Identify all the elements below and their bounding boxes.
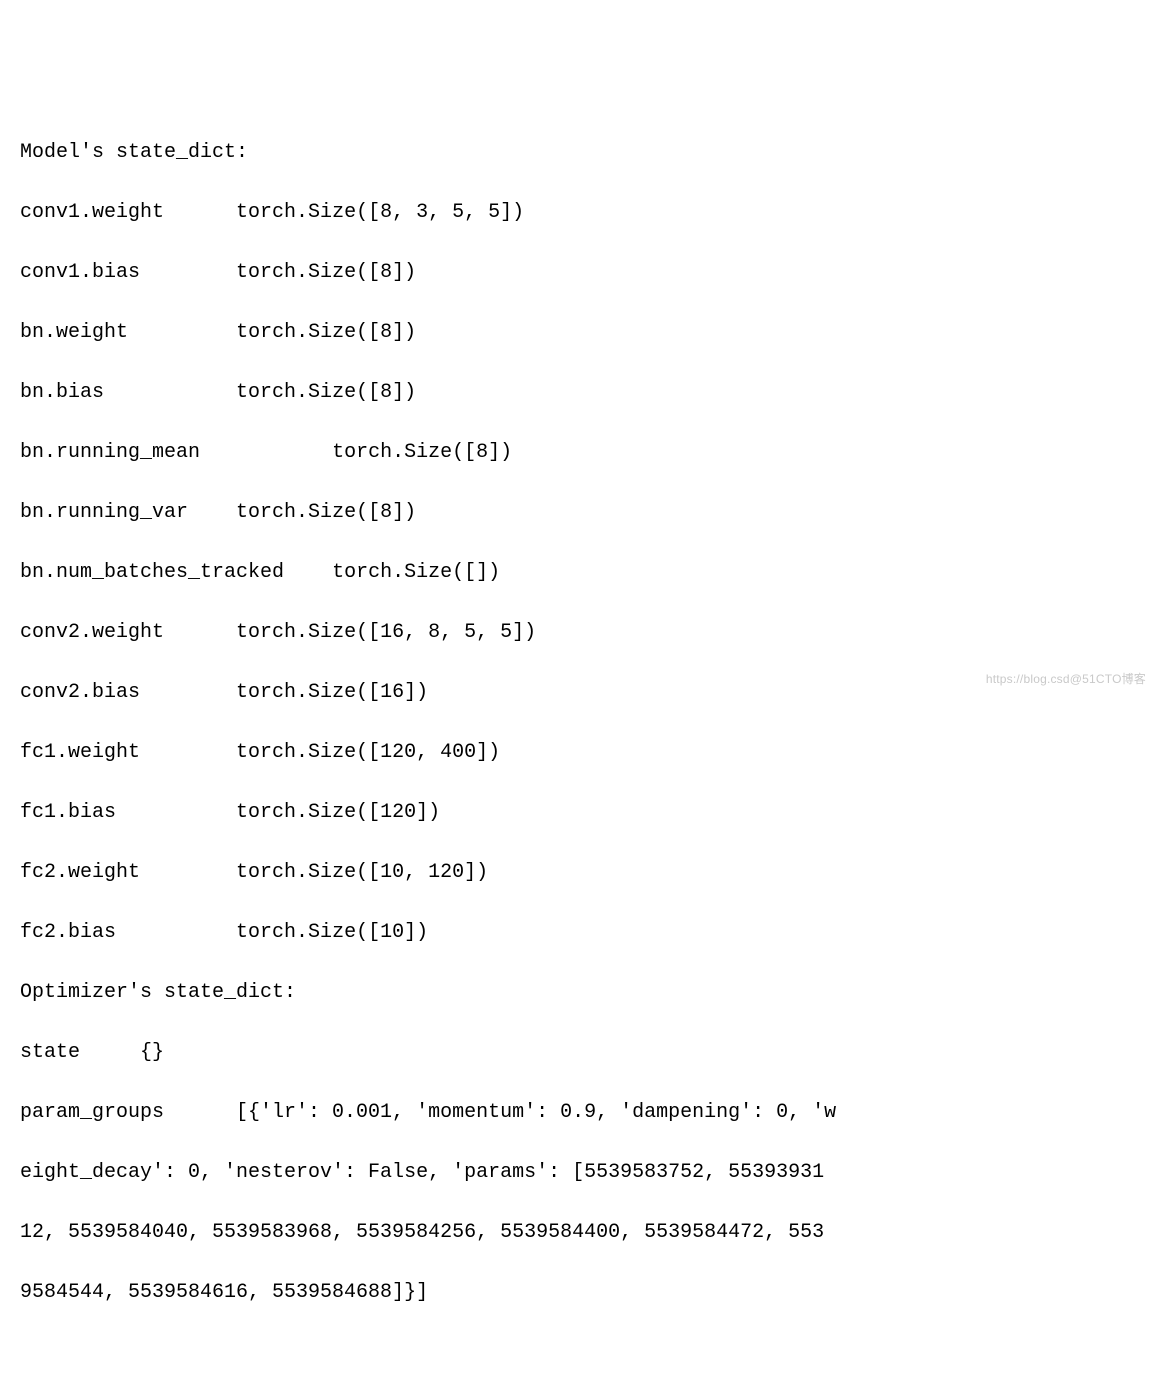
- param-key: bn.running_mean: [20, 441, 200, 464]
- pad: [164, 201, 236, 224]
- param-key: fc2.bias: [20, 921, 116, 944]
- state-dict-row: bn.num_batches_tracked torch.Size([]): [20, 558, 1138, 588]
- state-dict-row: conv1.bias torch.Size([8]): [20, 258, 1138, 288]
- param-size: torch.Size([120, 400]): [236, 741, 500, 764]
- param-size: torch.Size([16, 8, 5, 5]): [236, 621, 536, 644]
- heading-model-state-dict: Model's state_dict:: [20, 138, 1138, 168]
- param-size: torch.Size([10, 120]): [236, 861, 488, 884]
- param-size: torch.Size([8]): [236, 501, 416, 524]
- state-dict-row: fc1.weight torch.Size([120, 400]): [20, 738, 1138, 768]
- param-size: torch.Size([]): [332, 561, 500, 584]
- pad: [116, 921, 236, 944]
- state-dict-row: conv2.weight torch.Size([16, 8, 5, 5]): [20, 618, 1138, 648]
- state-dict-row: bn.weight torch.Size([8]): [20, 318, 1138, 348]
- param-size: torch.Size([8]): [236, 261, 416, 284]
- param-size: torch.Size([8]): [236, 381, 416, 404]
- state-dict-row: bn.running_mean torch.Size([8]): [20, 438, 1138, 468]
- param-groups-line: 12, 5539584040, 5539583968, 5539584256, …: [20, 1218, 1138, 1248]
- param-key: conv2.weight: [20, 621, 164, 644]
- param-groups-line: 9584544, 5539584616, 5539584688]}]: [20, 1278, 1138, 1308]
- param-key: bn.running_var: [20, 501, 188, 524]
- state-dict-row: conv1.weight torch.Size([8, 3, 5, 5]): [20, 198, 1138, 228]
- param-key: fc1.bias: [20, 801, 116, 824]
- optimizer-state-line: state {}: [20, 1038, 1138, 1068]
- pad: [200, 441, 332, 464]
- state-dict-row: fc2.bias torch.Size([10]): [20, 918, 1138, 948]
- param-key: conv1.bias: [20, 261, 140, 284]
- pad: [128, 321, 236, 344]
- param-size: torch.Size([8]): [332, 441, 512, 464]
- param-key: bn.weight: [20, 321, 128, 344]
- pad: [140, 861, 236, 884]
- pad: [104, 381, 236, 404]
- param-groups-line: eight_decay': 0, 'nesterov': False, 'par…: [20, 1158, 1138, 1188]
- param-key: bn.num_batches_tracked: [20, 561, 284, 584]
- state-dict-row: bn.running_var torch.Size([8]): [20, 498, 1138, 528]
- pad: [140, 741, 236, 764]
- param-size: torch.Size([8, 3, 5, 5]): [236, 201, 524, 224]
- watermark-text: https://blog.csd@51CTO博客: [986, 670, 1146, 688]
- param-size: torch.Size([16]): [236, 681, 428, 704]
- param-size: torch.Size([8]): [236, 321, 416, 344]
- state-dict-row: fc2.weight torch.Size([10, 120]): [20, 858, 1138, 888]
- param-key: fc2.weight: [20, 861, 140, 884]
- param-size: torch.Size([120]): [236, 801, 440, 824]
- param-key: fc1.weight: [20, 741, 140, 764]
- state-dict-row: conv2.bias torch.Size([16]): [20, 678, 1138, 708]
- heading-optimizer-state-dict: Optimizer's state_dict:: [20, 978, 1138, 1008]
- pad: [284, 561, 332, 584]
- pad: [140, 681, 236, 704]
- state-dict-row: bn.bias torch.Size([8]): [20, 378, 1138, 408]
- param-size: torch.Size([10]): [236, 921, 428, 944]
- param-key: conv1.weight: [20, 201, 164, 224]
- param-key: bn.bias: [20, 381, 104, 404]
- pad: [188, 501, 236, 524]
- pad: [164, 621, 236, 644]
- param-groups-line: param_groups [{'lr': 0.001, 'momentum': …: [20, 1098, 1138, 1128]
- state-dict-row: fc1.bias torch.Size([120]): [20, 798, 1138, 828]
- param-key: conv2.bias: [20, 681, 140, 704]
- pad: [116, 801, 236, 824]
- pad: [140, 261, 236, 284]
